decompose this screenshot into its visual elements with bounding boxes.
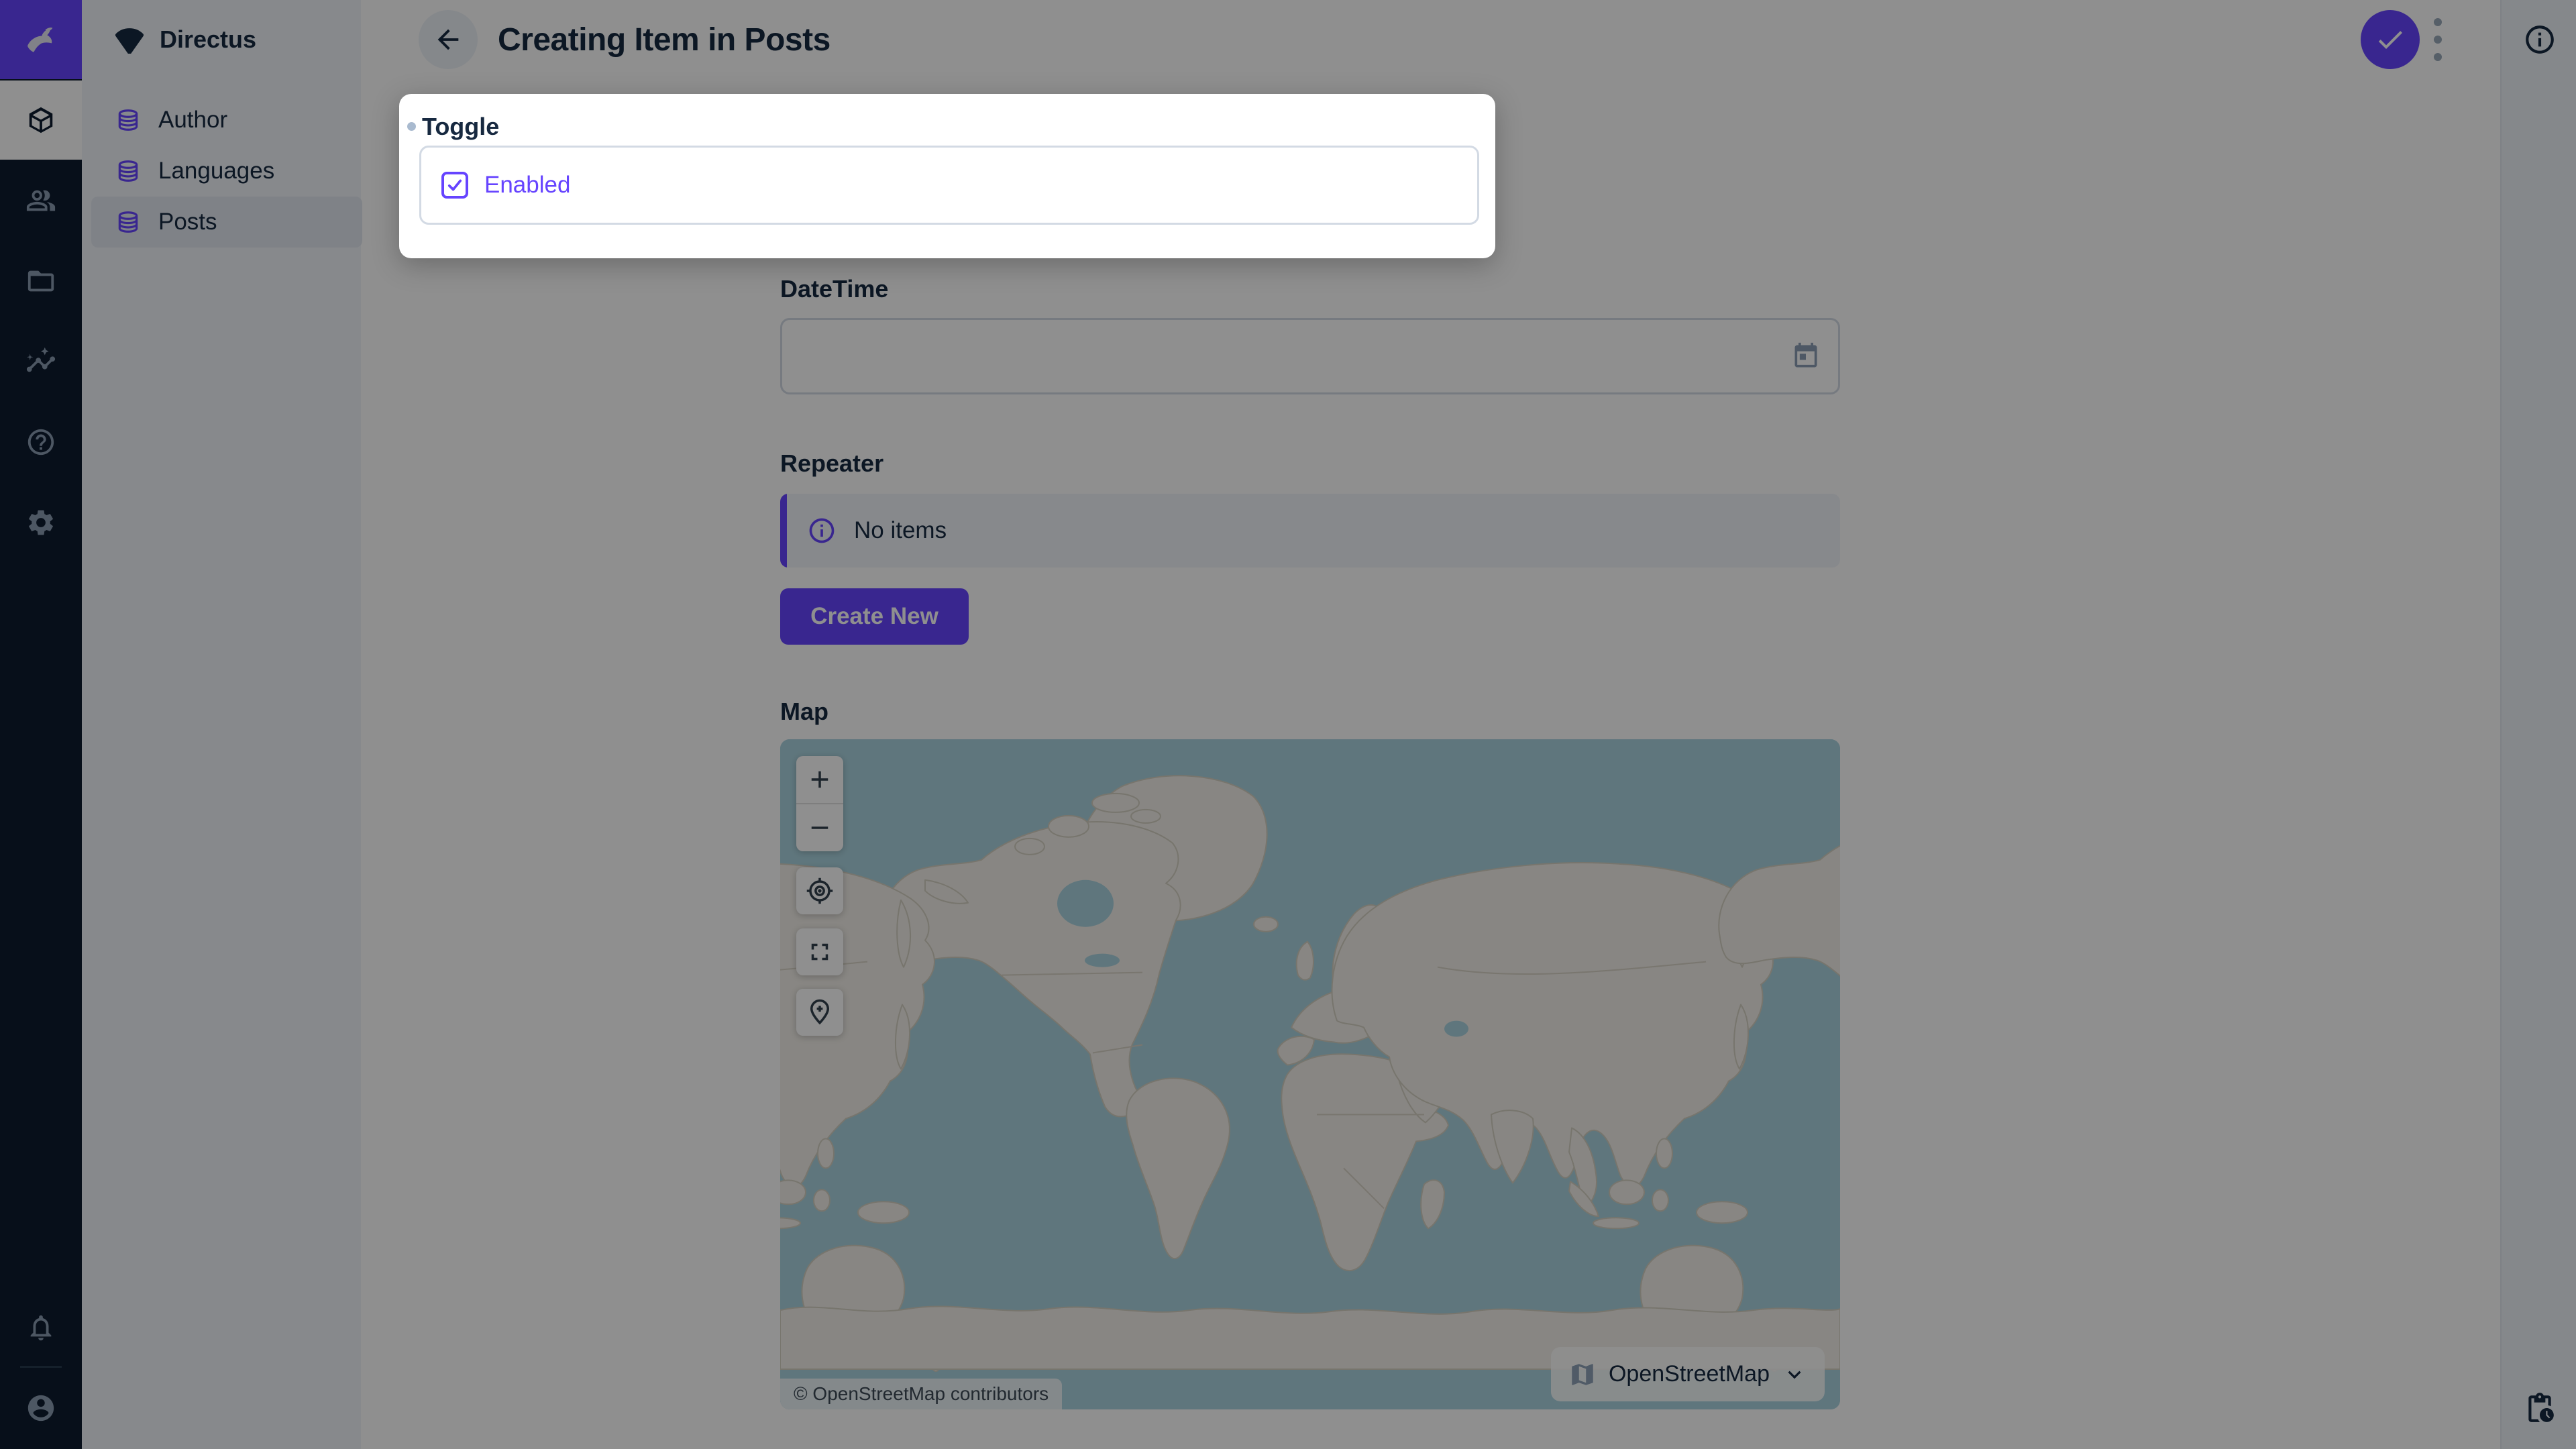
toggle-label: Toggle [422, 113, 499, 141]
enabled-checkbox-label[interactable]: Enabled [484, 172, 570, 199]
enabled-checkbox[interactable] [441, 172, 468, 199]
edited-indicator-dot [407, 122, 416, 131]
toggle-field-card: Toggle Enabled [399, 94, 1495, 258]
checkmark-icon [445, 176, 464, 195]
toggle-interface[interactable]: Enabled [419, 146, 1479, 225]
